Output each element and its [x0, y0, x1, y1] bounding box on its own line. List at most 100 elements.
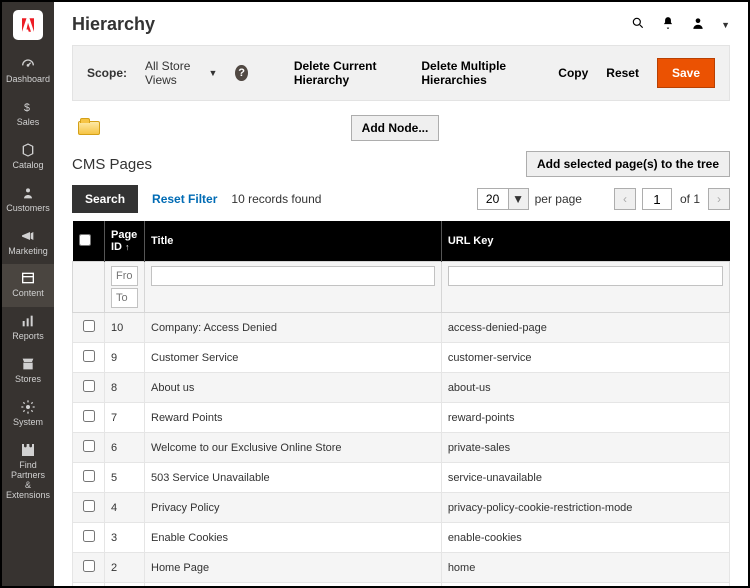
table-row[interactable]: 10Company: Access Deniedaccess-denied-pa…	[73, 313, 730, 343]
cell-title: Enable Cookies	[145, 523, 442, 553]
cell-title: Welcome to our Exclusive Online Store	[145, 433, 442, 463]
filter-row	[73, 262, 730, 313]
filter-title[interactable]	[151, 266, 435, 286]
sidebar-item-label: Sales	[17, 118, 40, 128]
sidebar-item-label: System	[13, 418, 43, 428]
add-selected-button[interactable]: Add selected page(s) to the tree	[526, 151, 730, 177]
person-icon	[20, 185, 36, 201]
column-url-key[interactable]: URL Key	[441, 221, 729, 262]
cell-page-id: 9	[105, 343, 145, 373]
cell-title: Reward Points	[145, 403, 442, 433]
row-checkbox[interactable]	[83, 410, 95, 422]
table-row[interactable]: 5503 Service Unavailableservice-unavaila…	[73, 463, 730, 493]
sidebar-item-label: Marketing	[8, 247, 48, 257]
copy-button[interactable]: Copy	[558, 66, 588, 80]
table-row[interactable]: 1404 Not Foundno-route	[73, 583, 730, 587]
tree-root-icon[interactable]	[78, 121, 100, 135]
cell-page-id: 5	[105, 463, 145, 493]
page-input[interactable]	[642, 188, 672, 210]
page-title: Hierarchy	[72, 14, 155, 35]
account-dropdown-caret[interactable]: ▼	[721, 20, 730, 30]
sidebar-item-dashboard[interactable]: Dashboard	[2, 50, 54, 93]
delete-current-button[interactable]: Delete Current Hierarchy	[294, 59, 404, 87]
row-checkbox[interactable]	[83, 350, 95, 362]
search-icon[interactable]	[631, 16, 645, 33]
prev-page-button[interactable]: ‹	[614, 188, 636, 210]
help-icon[interactable]: ?	[235, 65, 247, 81]
main-content: Hierarchy ▼ Scope: All Store Views▼ ? De…	[54, 2, 748, 586]
select-all-header[interactable]	[73, 221, 105, 262]
action-bar: Scope: All Store Views▼ ? Delete Current…	[72, 45, 730, 101]
table-row[interactable]: 8About usabout-us	[73, 373, 730, 403]
chevron-down-icon: ▼	[208, 68, 217, 78]
table-row[interactable]: 3Enable Cookiesenable-cookies	[73, 523, 730, 553]
page-of-label: of 1	[678, 192, 702, 206]
scope-select[interactable]: All Store Views ▼	[145, 59, 217, 87]
chevron-down-icon[interactable]: ▼	[509, 188, 529, 210]
cell-url-key: private-sales	[441, 433, 729, 463]
cell-url-key: enable-cookies	[441, 523, 729, 553]
sidebar-item-stores[interactable]: Stores	[2, 350, 54, 393]
sidebar-item-catalog[interactable]: Catalog	[2, 136, 54, 179]
reset-button[interactable]: Reset	[606, 66, 639, 80]
cell-url-key: privacy-policy-cookie-restriction-mode	[441, 493, 729, 523]
table-row[interactable]: 6Welcome to our Exclusive Online Storepr…	[73, 433, 730, 463]
user-icon[interactable]	[691, 16, 705, 33]
row-checkbox[interactable]	[83, 500, 95, 512]
admin-sidebar: Dashboard $ Sales Catalog Customers Marke…	[2, 2, 54, 586]
sidebar-item-label: Customers	[6, 204, 50, 214]
filter-id-to[interactable]	[111, 288, 138, 308]
add-node-button[interactable]: Add Node...	[351, 115, 440, 141]
sidebar-item-marketing[interactable]: Marketing	[2, 222, 54, 265]
sidebar-item-system[interactable]: System	[2, 393, 54, 436]
per-page-label: per page	[535, 192, 582, 206]
row-checkbox[interactable]	[83, 440, 95, 452]
table-row[interactable]: 4Privacy Policyprivacy-policy-cookie-res…	[73, 493, 730, 523]
reset-filter-link[interactable]: Reset Filter	[152, 192, 217, 206]
dollar-icon: $	[20, 99, 36, 115]
row-checkbox[interactable]	[83, 560, 95, 572]
save-button[interactable]: Save	[657, 58, 715, 88]
row-checkbox[interactable]	[83, 470, 95, 482]
sidebar-item-sales[interactable]: $ Sales	[2, 93, 54, 136]
search-button[interactable]: Search	[72, 185, 138, 213]
sidebar-item-customers[interactable]: Customers	[2, 179, 54, 222]
package-icon	[20, 142, 36, 158]
gauge-icon	[20, 56, 36, 72]
sidebar-item-label: Reports	[12, 332, 44, 342]
cell-page-id: 2	[105, 553, 145, 583]
next-page-button[interactable]: ›	[708, 188, 730, 210]
adobe-logo	[13, 10, 43, 40]
column-page-id[interactable]: Page ID↑	[105, 221, 145, 262]
select-all-checkbox[interactable]	[79, 234, 91, 246]
sidebar-item-partners[interactable]: Find Partners & Extensions	[2, 436, 54, 509]
table-row[interactable]: 7Reward Pointsreward-points	[73, 403, 730, 433]
per-page-select[interactable]: ▼	[477, 188, 529, 210]
table-row[interactable]: 2Home Pagehome	[73, 553, 730, 583]
delete-multiple-button[interactable]: Delete Multiple Hierarchies	[421, 59, 540, 87]
row-checkbox[interactable]	[83, 320, 95, 332]
cell-page-id: 10	[105, 313, 145, 343]
row-checkbox[interactable]	[83, 380, 95, 392]
sidebar-item-reports[interactable]: Reports	[2, 307, 54, 350]
cell-url-key: no-route	[441, 583, 729, 587]
bar-chart-icon	[20, 313, 36, 329]
cell-page-id: 4	[105, 493, 145, 523]
sidebar-item-content[interactable]: Content	[2, 264, 54, 307]
filter-id-from[interactable]	[111, 266, 138, 286]
cell-url-key: service-unavailable	[441, 463, 729, 493]
cell-page-id: 3	[105, 523, 145, 553]
row-checkbox[interactable]	[83, 530, 95, 542]
scope-value: All Store Views	[145, 59, 204, 87]
cell-page-id: 1	[105, 583, 145, 587]
bell-icon[interactable]	[661, 16, 675, 33]
per-page-value[interactable]	[477, 188, 509, 210]
layout-icon	[20, 270, 36, 286]
sidebar-item-label: Stores	[15, 375, 41, 385]
column-title[interactable]: Title	[145, 221, 442, 262]
table-row[interactable]: 9Customer Servicecustomer-service	[73, 343, 730, 373]
filter-url-key[interactable]	[448, 266, 723, 286]
sidebar-item-label: Dashboard	[6, 75, 50, 85]
sidebar-item-label: Content	[12, 289, 44, 299]
cell-page-id: 8	[105, 373, 145, 403]
